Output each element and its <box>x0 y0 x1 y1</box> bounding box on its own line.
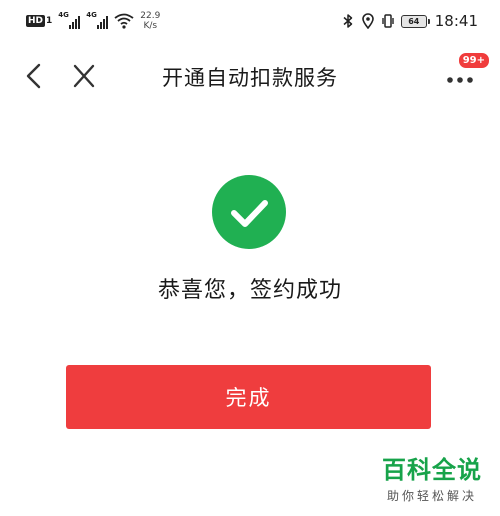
network-speed: 22.9 K/s <box>140 11 160 31</box>
status-bar-right: 64 18:41 <box>341 8 478 34</box>
vibrate-icon <box>382 14 394 28</box>
notification-badge: 99+ <box>457 52 490 69</box>
page-title: 开通自动扣款服务 <box>162 66 338 90</box>
bluetooth-icon <box>343 14 353 28</box>
signal-2-bars <box>97 16 109 29</box>
done-button[interactable]: 完成 <box>66 365 431 429</box>
signal-2-icon: 4G <box>86 11 109 29</box>
signal-1-icon: 4G <box>58 11 81 29</box>
watermark-brand: 百科全说 <box>382 456 482 484</box>
location-icon <box>361 13 374 29</box>
checkmark-circle-icon <box>212 175 286 249</box>
hd-voice-sub: 1 <box>46 16 53 26</box>
battery-icon: 64 <box>400 14 430 28</box>
signal-1-network-label: 4G <box>58 11 69 19</box>
network-speed-value: 22.9 <box>140 11 161 21</box>
status-bar-left: HD 1 4G 4G 22.9 K/s <box>26 8 160 34</box>
nav-bar: 开通自动扣款服务 99+ <box>0 44 500 108</box>
status-bar: HD 1 4G 4G 22.9 K/s 64 18:41 <box>0 0 500 40</box>
hd-voice-icon: HD <box>26 15 46 27</box>
signal-2-network-label: 4G <box>86 11 97 19</box>
signal-1-bars <box>69 16 81 29</box>
watermark: 百科全说 助你轻松解决 <box>376 456 488 504</box>
wifi-icon <box>114 13 134 29</box>
watermark-slogan: 助你轻松解决 <box>386 489 477 503</box>
status-time: 18:41 <box>434 12 478 30</box>
network-speed-unit: K/s <box>143 21 158 31</box>
success-message: 恭喜您，签约成功 <box>157 278 342 303</box>
